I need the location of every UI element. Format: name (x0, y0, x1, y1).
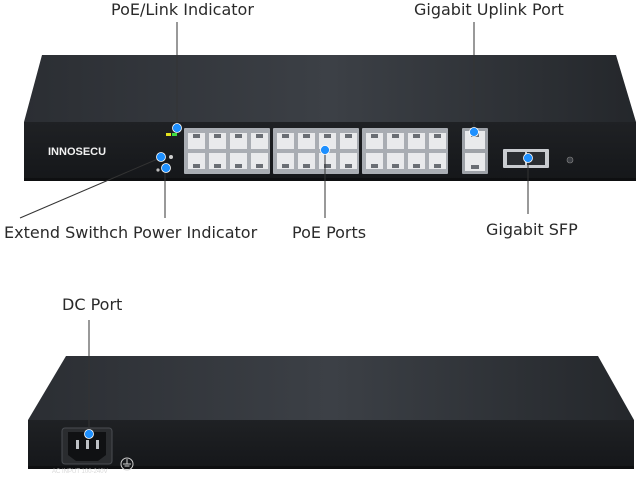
rj45-latch (392, 134, 399, 138)
rj45-latch (193, 134, 200, 138)
rj45-latch (434, 134, 441, 138)
poe-link-marker (172, 123, 182, 133)
front-unit-top (24, 55, 636, 122)
device-illustration: INNOSECU AC INPUT 100-240V (19, 22, 636, 475)
rj45-latch (235, 134, 242, 138)
rj45-latch (371, 134, 378, 138)
ac-input-text: AC INPUT 100-240V (52, 469, 108, 475)
rj45-latch (324, 134, 331, 138)
rj45-latch (434, 164, 441, 168)
rj45-latch (214, 164, 221, 168)
extend-marker (156, 152, 166, 162)
rj45-latch (303, 164, 310, 168)
poe-ports-marker (320, 145, 330, 155)
rj45-latch (345, 164, 352, 168)
rj45-latch (214, 134, 221, 138)
brand-logo: INNOSECU (48, 146, 106, 158)
rj45-latch (303, 134, 310, 138)
rj45-latch (282, 134, 289, 138)
rear-unit-top (28, 356, 634, 420)
rj45-latch (256, 164, 263, 168)
rj45-latch (235, 164, 242, 168)
rj45-latch (193, 164, 200, 168)
rear-panel (28, 420, 634, 468)
rj45-latch (282, 164, 289, 168)
rj45-latch (392, 164, 399, 168)
rj45-latch (256, 134, 263, 138)
poe-port-groups (184, 128, 448, 174)
rj45-latch (371, 164, 378, 168)
uplink-marker (469, 127, 479, 137)
rj45-latch (413, 164, 420, 168)
power-marker (161, 163, 171, 173)
sfp-marker (523, 153, 533, 163)
rj45-latch (413, 134, 420, 138)
dc-port-marker (84, 429, 94, 439)
rj45-latch (345, 134, 352, 138)
